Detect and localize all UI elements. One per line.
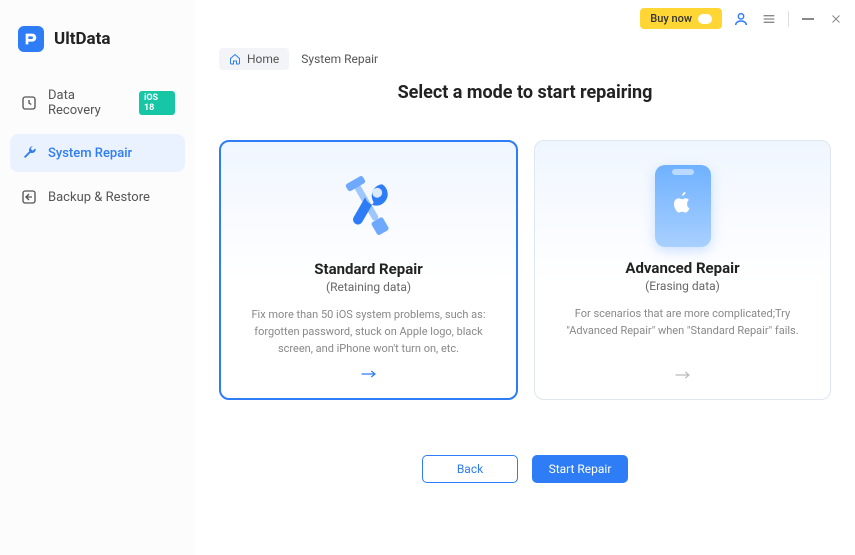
breadcrumb-home-label: Home bbox=[247, 52, 279, 66]
titlebar: Buy now bbox=[640, 8, 845, 29]
phone-icon bbox=[553, 163, 812, 249]
card-description: For scenarios that are more complicated;… bbox=[553, 305, 812, 358]
page-title: Select a mode to start repairing bbox=[195, 82, 855, 103]
sidebar-item-system-repair[interactable]: System Repair bbox=[10, 134, 185, 172]
sidebar-item-label: Backup & Restore bbox=[48, 190, 150, 205]
arrow-right-icon bbox=[239, 365, 498, 384]
backup-icon bbox=[20, 188, 38, 206]
sidebar-item-label: Data Recovery bbox=[48, 88, 129, 118]
breadcrumb-current: System Repair bbox=[301, 52, 378, 66]
app-name: UltData bbox=[54, 29, 110, 49]
close-button[interactable] bbox=[827, 10, 845, 28]
card-standard-repair[interactable]: Standard Repair (Retaining data) Fix mor… bbox=[219, 140, 518, 400]
ios-badge: iOS 18 bbox=[139, 91, 175, 115]
sidebar-item-label: System Repair bbox=[48, 146, 132, 161]
buy-now-button[interactable]: Buy now bbox=[640, 8, 722, 29]
back-button[interactable]: Back bbox=[422, 455, 518, 483]
card-title: Standard Repair bbox=[239, 260, 498, 278]
minimize-button[interactable] bbox=[799, 10, 817, 28]
sidebar-item-backup-restore[interactable]: Backup & Restore bbox=[10, 178, 185, 216]
start-repair-button[interactable]: Start Repair bbox=[532, 455, 628, 483]
breadcrumb-home[interactable]: Home bbox=[219, 48, 289, 70]
main-content: Buy now Home System Repair Select a mode… bbox=[195, 0, 855, 555]
cloud-icon bbox=[698, 14, 712, 24]
arrow-right-icon bbox=[553, 366, 812, 385]
app-logo: UltData bbox=[10, 20, 185, 72]
mode-cards: Standard Repair (Retaining data) Fix mor… bbox=[219, 140, 831, 400]
card-description: Fix more than 50 iOS system problems, su… bbox=[239, 306, 498, 357]
card-advanced-repair[interactable]: Advanced Repair (Erasing data) For scena… bbox=[534, 140, 831, 400]
card-subtitle: (Erasing data) bbox=[553, 279, 812, 293]
card-subtitle: (Retaining data) bbox=[239, 280, 498, 294]
wrench-icon bbox=[20, 144, 38, 162]
sidebar-item-data-recovery[interactable]: Data Recovery iOS 18 bbox=[10, 78, 185, 128]
menu-icon[interactable] bbox=[760, 10, 778, 28]
logo-icon bbox=[18, 26, 44, 52]
sidebar: UltData Data Recovery iOS 18 System Repa… bbox=[0, 0, 195, 555]
breadcrumb: Home System Repair bbox=[219, 48, 378, 70]
data-recovery-icon bbox=[20, 94, 38, 112]
card-title: Advanced Repair bbox=[553, 259, 812, 277]
start-repair-button-label: Start Repair bbox=[549, 462, 612, 476]
divider bbox=[788, 11, 789, 27]
app-window: UltData Data Recovery iOS 18 System Repa… bbox=[0, 0, 855, 555]
back-button-label: Back bbox=[457, 462, 483, 476]
user-icon[interactable] bbox=[732, 10, 750, 28]
buy-now-label: Buy now bbox=[650, 12, 692, 25]
footer-buttons: Back Start Repair bbox=[195, 455, 855, 483]
tools-icon bbox=[239, 164, 498, 250]
